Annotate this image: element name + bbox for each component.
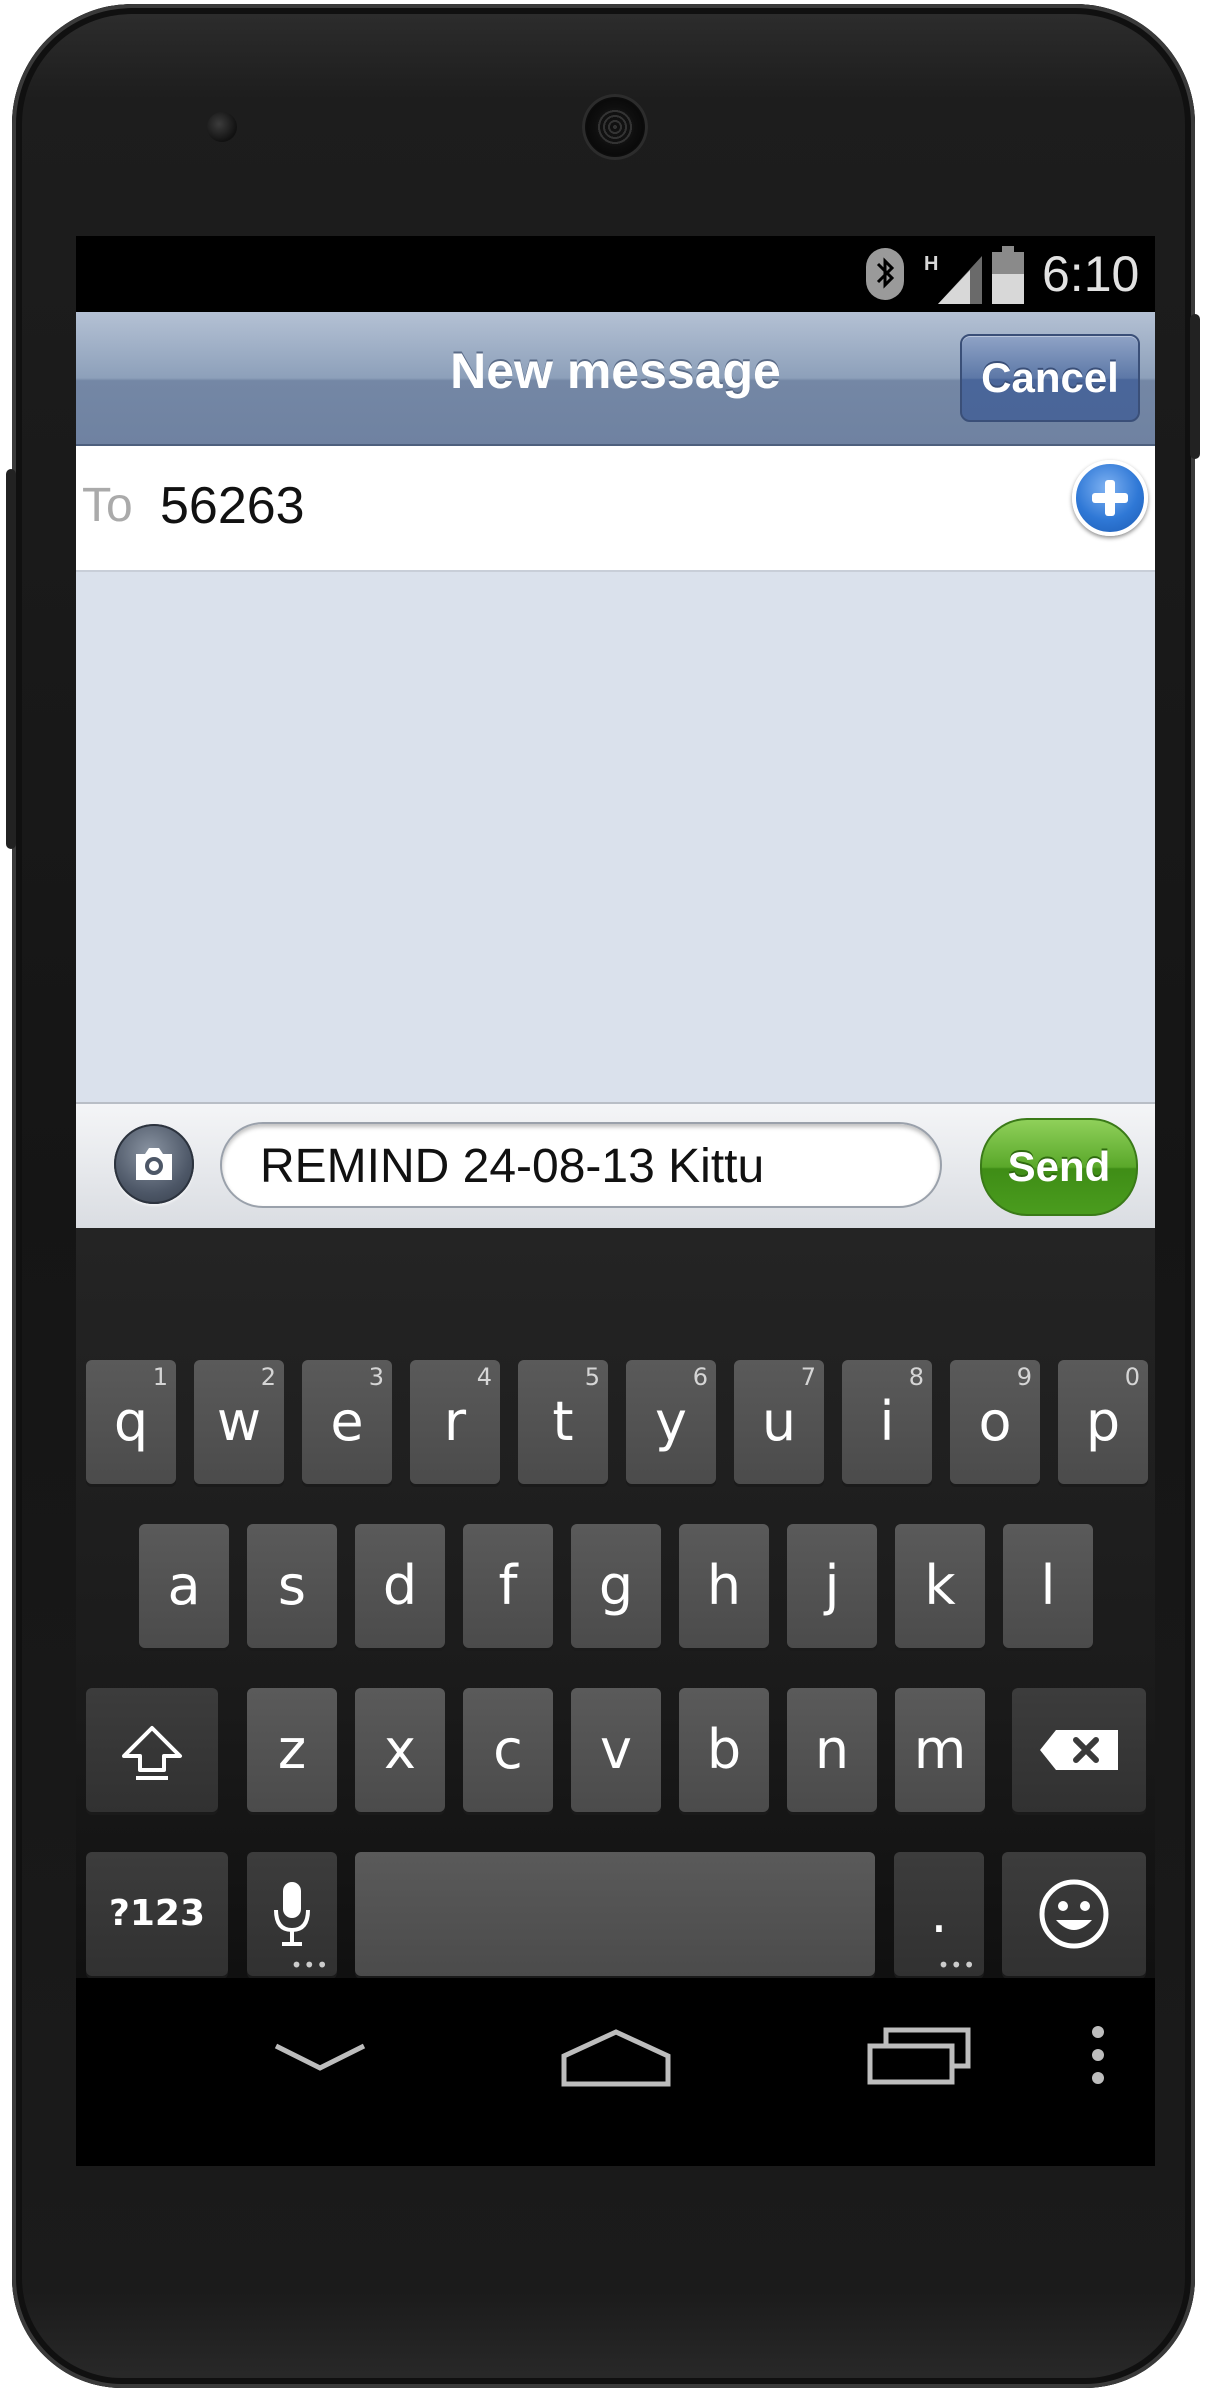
voice-input-key[interactable]: ••• — [247, 1852, 337, 1976]
recent-apps-icon[interactable] — [866, 2024, 976, 2086]
shift-key[interactable] — [86, 1688, 218, 1812]
key-n[interactable]: n — [787, 1688, 877, 1812]
key-o[interactable]: o9 — [950, 1360, 1040, 1484]
menu-icon[interactable] — [1090, 2024, 1106, 2086]
recipient-field[interactable]: 56263 — [160, 466, 305, 546]
to-label: To — [82, 479, 133, 532]
key-c[interactable]: c — [463, 1688, 553, 1812]
screen: H 6:10 New message Cancel To 56263 REMIN… — [76, 236, 1155, 2166]
more-dots: ••• — [937, 1953, 976, 1977]
keyboard: q1 w2 e3 r4 t5 y6 u7 i8 o9 p0 a s d f g … — [76, 1228, 1155, 1978]
key-alt: 7 — [800, 1363, 816, 1391]
recipient-row[interactable]: To 56263 — [76, 446, 1155, 572]
key-p[interactable]: p0 — [1058, 1360, 1148, 1484]
back-icon[interactable] — [272, 2038, 368, 2078]
key-w[interactable]: w2 — [194, 1360, 284, 1484]
earpiece-speaker — [582, 94, 648, 160]
key-alt: 6 — [692, 1363, 708, 1391]
key-j[interactable]: j — [787, 1524, 877, 1648]
key-s[interactable]: s — [247, 1524, 337, 1648]
conversation-area — [76, 572, 1155, 1102]
key-alt: 4 — [476, 1363, 492, 1391]
key-alt: 2 — [260, 1363, 276, 1391]
period-label: . — [930, 1882, 948, 1945]
home-icon[interactable] — [560, 2028, 672, 2088]
send-button[interactable]: Send — [980, 1118, 1138, 1216]
key-label: q — [113, 1390, 149, 1453]
status-bar: H 6:10 — [76, 236, 1155, 312]
key-t[interactable]: t5 — [518, 1360, 608, 1484]
backspace-key[interactable] — [1012, 1688, 1146, 1812]
composer-bar: REMIND 24-08-13 Kittu Send — [76, 1102, 1155, 1228]
key-alt: 0 — [1124, 1363, 1140, 1391]
battery-icon — [992, 246, 1024, 304]
key-f[interactable]: f — [463, 1524, 553, 1648]
key-label: y — [655, 1390, 687, 1453]
key-alt: 5 — [584, 1363, 600, 1391]
space-key[interactable] — [355, 1852, 875, 1976]
backspace-icon — [1040, 1730, 1118, 1770]
network-type-label: H — [924, 253, 938, 275]
symbols-key[interactable]: ?123 — [86, 1852, 228, 1976]
key-alt: 3 — [368, 1363, 384, 1391]
microphone-icon — [274, 1882, 310, 1946]
key-label: w — [216, 1390, 262, 1453]
key-g[interactable]: g — [571, 1524, 661, 1648]
key-k[interactable]: k — [895, 1524, 985, 1648]
key-d[interactable]: d — [355, 1524, 445, 1648]
key-h[interactable]: h — [679, 1524, 769, 1648]
shift-icon — [122, 1726, 182, 1780]
key-alt: 9 — [1016, 1363, 1032, 1391]
emoji-key[interactable] — [1002, 1852, 1146, 1976]
add-contact-button[interactable] — [1072, 460, 1148, 536]
key-l[interactable]: l — [1003, 1524, 1093, 1648]
key-label: i — [879, 1390, 895, 1453]
proximity-sensor — [207, 112, 237, 142]
key-r[interactable]: r4 — [410, 1360, 500, 1484]
camera-button[interactable] — [114, 1124, 194, 1204]
cancel-button[interactable]: Cancel — [960, 334, 1140, 422]
signal-icon: H — [924, 253, 982, 304]
more-dots: ••• — [290, 1953, 329, 1977]
key-e[interactable]: e3 — [302, 1360, 392, 1484]
key-q[interactable]: q1 — [86, 1360, 176, 1484]
key-label: e — [330, 1390, 364, 1453]
message-input[interactable]: REMIND 24-08-13 Kittu — [220, 1122, 942, 1208]
key-i[interactable]: i8 — [842, 1360, 932, 1484]
navigation-bar — [76, 1978, 1155, 2166]
phone-frame: H 6:10 New message Cancel To 56263 REMIN… — [6, 4, 1200, 2388]
power-button — [1190, 314, 1200, 459]
plus-circle-icon — [1092, 480, 1128, 516]
key-a[interactable]: a — [139, 1524, 229, 1648]
clock: 6:10 — [1042, 246, 1140, 302]
key-label: p — [1085, 1390, 1121, 1453]
title-bar: New message Cancel — [76, 312, 1155, 446]
key-y[interactable]: y6 — [626, 1360, 716, 1484]
key-label: u — [761, 1390, 797, 1453]
key-b[interactable]: b — [679, 1688, 769, 1812]
key-x[interactable]: x — [355, 1688, 445, 1812]
emoji-icon — [1039, 1879, 1109, 1949]
key-z[interactable]: z — [247, 1688, 337, 1812]
bluetooth-icon — [866, 248, 904, 300]
key-label: o — [978, 1390, 1012, 1453]
key-label: r — [443, 1390, 467, 1453]
camera-icon — [136, 1148, 172, 1180]
key-v[interactable]: v — [571, 1688, 661, 1812]
key-label: t — [552, 1390, 574, 1453]
key-u[interactable]: u7 — [734, 1360, 824, 1484]
key-m[interactable]: m — [895, 1688, 985, 1812]
period-key[interactable]: . ••• — [894, 1852, 984, 1976]
key-alt: 1 — [152, 1363, 168, 1391]
key-alt: 8 — [908, 1363, 924, 1391]
volume-button — [6, 469, 16, 849]
